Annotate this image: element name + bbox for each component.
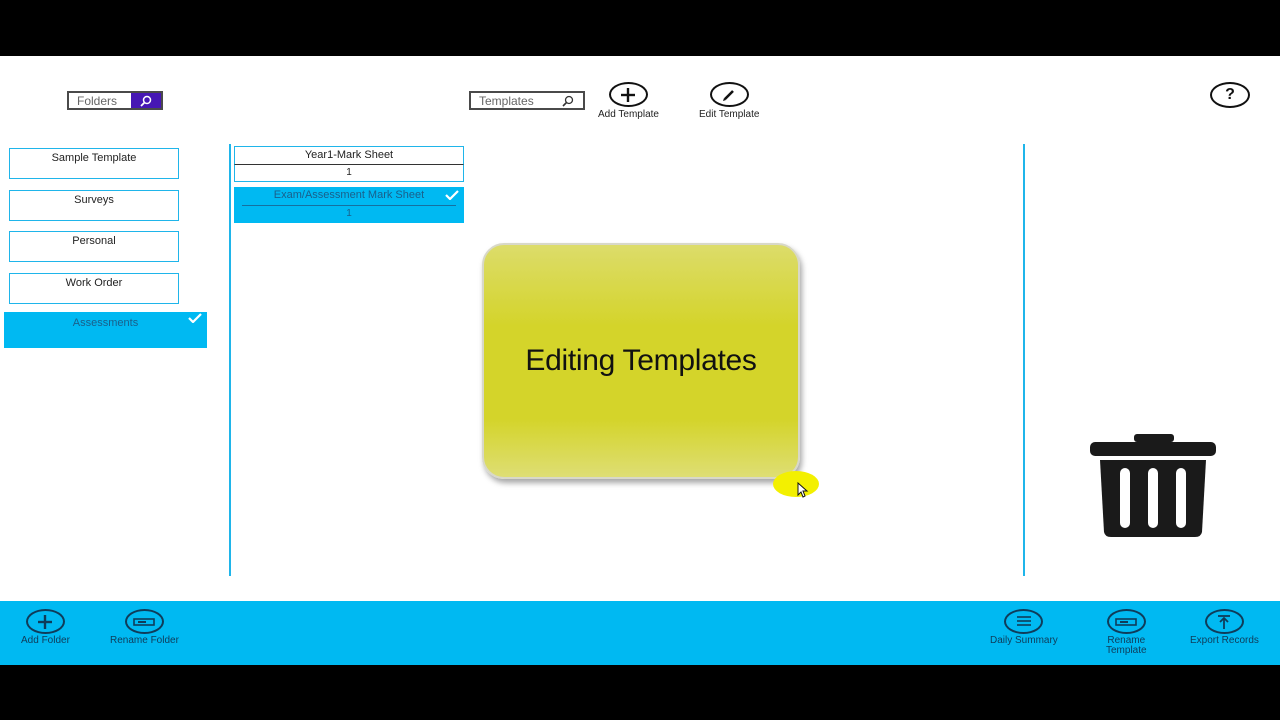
add-folder-circle: [25, 609, 65, 634]
left-divider: [229, 144, 231, 576]
edit-template-circle: [709, 82, 749, 107]
plus-icon: [38, 614, 53, 629]
rename-folder-circle: [124, 609, 164, 634]
templates-search-input[interactable]: [471, 93, 553, 108]
rename-folder-button[interactable]: Rename Folder: [110, 609, 179, 646]
plus-icon: [621, 87, 636, 102]
folder-item-sample-template[interactable]: Sample Template: [9, 148, 179, 179]
editing-templates-callout: Editing Templates: [482, 243, 800, 479]
rename-folder-label: Rename Folder: [110, 635, 179, 646]
letterbox-bottom: [0, 665, 1280, 720]
mouse-cursor-icon: [797, 482, 809, 498]
right-divider: [1023, 144, 1025, 576]
folder-item-label: Surveys: [74, 194, 114, 206]
callout-text: Editing Templates: [525, 344, 757, 377]
folder-item-label: Work Order: [65, 277, 123, 289]
folders-search-input[interactable]: [69, 93, 131, 108]
folder-item-assessments[interactable]: Assessments: [4, 312, 207, 348]
folders-search-button[interactable]: [131, 93, 161, 108]
folder-item-work-order[interactable]: Work Order: [9, 273, 179, 304]
trash-icon[interactable]: [1090, 434, 1216, 538]
add-template-circle: [608, 82, 648, 107]
template-count: 1: [346, 208, 352, 219]
add-folder-label: Add Folder: [21, 635, 70, 646]
folder-item-surveys[interactable]: Surveys: [9, 190, 179, 221]
app-bar: Add Folder Rename Folder Daily Summary R…: [0, 601, 1280, 665]
add-template-label: Add Template: [598, 109, 659, 120]
rename-icon: [1115, 617, 1138, 626]
rename-template-label: Rename Template: [1106, 636, 1147, 656]
folder-item-label: Sample Template: [51, 152, 137, 164]
template-name: Year1-Mark Sheet: [234, 146, 464, 165]
daily-summary-label: Daily Summary: [990, 635, 1058, 646]
help-button[interactable]: ?: [1210, 82, 1250, 108]
app-window: Add Template Edit Template ? Sample Temp…: [0, 56, 1280, 665]
export-records-circle: [1204, 609, 1244, 634]
folder-item-personal[interactable]: Personal: [9, 231, 179, 262]
rename-template-circle: [1106, 609, 1146, 634]
export-records-button[interactable]: Export Records: [1190, 609, 1259, 646]
cursor-highlight: [773, 471, 819, 497]
letterbox-top: [0, 0, 1280, 56]
export-icon: [1218, 614, 1231, 629]
question-icon: ?: [1225, 86, 1235, 103]
daily-summary-button[interactable]: Daily Summary: [990, 609, 1058, 646]
checkmark-icon: [445, 190, 459, 200]
rename-template-label-line2: Template: [1106, 645, 1147, 656]
template-count: 1: [234, 165, 464, 182]
edit-template-button[interactable]: Edit Template: [699, 82, 759, 120]
add-template-button[interactable]: Add Template: [598, 82, 659, 120]
folder-item-label: Assessments: [72, 317, 139, 329]
daily-summary-circle: [1004, 609, 1044, 634]
search-icon: [140, 95, 152, 107]
pencil-icon: [723, 89, 735, 101]
template-card-exam-assessment[interactable]: Exam/Assessment Mark Sheet 1: [234, 187, 464, 223]
rename-template-button[interactable]: Rename Template: [1106, 609, 1147, 656]
templates-search-button[interactable]: [553, 93, 583, 108]
export-records-label: Export Records: [1190, 635, 1259, 646]
templates-search-box: [469, 91, 585, 110]
template-name: Exam/Assessment Mark Sheet: [242, 187, 456, 206]
edit-template-label: Edit Template: [699, 109, 760, 120]
folder-item-label: Personal: [72, 235, 116, 247]
list-icon: [1016, 615, 1031, 626]
checkmark-icon: [188, 313, 202, 323]
rename-icon: [133, 617, 156, 626]
search-icon: [562, 95, 574, 107]
template-card-year1-mark-sheet[interactable]: Year1-Mark Sheet 1: [234, 146, 464, 182]
folders-search-box: [67, 91, 163, 110]
add-folder-button[interactable]: Add Folder: [21, 609, 70, 646]
